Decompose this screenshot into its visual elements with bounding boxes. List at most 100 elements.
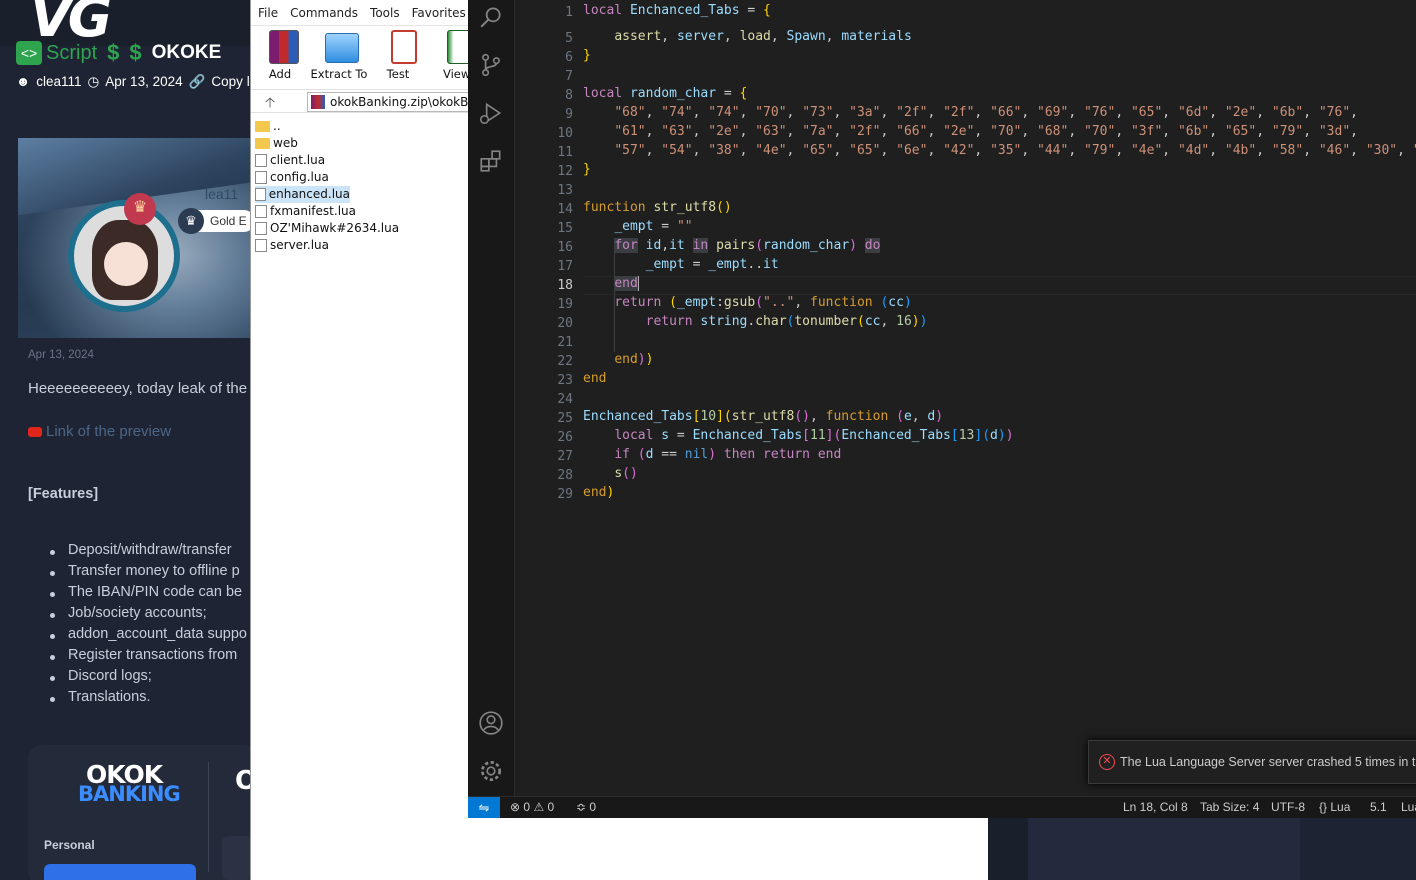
code-line: "57", "54", "38", "4e", "65", "65", "6e"… (614, 143, 1416, 158)
file-icon (255, 154, 267, 167)
line-number: 29 (557, 487, 573, 502)
background-panel (988, 818, 1028, 880)
notification-message: The Lua Language Server server crashed 5… (1120, 755, 1416, 769)
line-number: 20 (557, 316, 573, 331)
error-notification[interactable]: ✕ The Lua Language Server server crashed… (1088, 740, 1416, 784)
test-label: Test (386, 67, 410, 81)
add-button[interactable]: Add (251, 28, 309, 84)
list-item[interactable]: config.lua (255, 169, 399, 186)
current-line-number: 18 (557, 278, 573, 293)
clock-icon: ◷ (87, 74, 100, 89)
settings-gear-icon[interactable] (478, 758, 504, 784)
up-arrow-icon[interactable]: 🡡 (265, 92, 275, 116)
copy-link[interactable]: Copy li (211, 74, 252, 90)
preview-link[interactable]: Link of the preview (28, 423, 171, 440)
lua-extension-status[interactable]: Lua (1401, 797, 1416, 818)
list-item[interactable]: client.lua (255, 152, 399, 169)
broadcast-icon: ≎ (576, 800, 587, 814)
file-name: client.lua (270, 153, 326, 167)
list-item: The IBAN/PIN code can be (48, 584, 247, 605)
remote-indicator-icon[interactable]: ⇋ (468, 797, 500, 818)
file-icon (255, 188, 266, 201)
gold-rank-badge: ♛ Gold E (178, 208, 255, 234)
file-name: web (273, 136, 298, 150)
dollar-icon: $ (107, 40, 120, 65)
archive-path-text: okokBanking.zip\okokBan (330, 95, 484, 109)
folder-icon (255, 138, 270, 149)
extensions-icon[interactable] (478, 148, 504, 174)
extract-to-button[interactable]: Extract To (309, 28, 369, 84)
source-control-icon[interactable] (478, 52, 504, 78)
accounts-icon[interactable] (478, 710, 504, 736)
line-number: 1 (565, 5, 573, 20)
list-item[interactable]: fxmanifest.lua (255, 203, 399, 220)
menu-commands[interactable]: Commands (286, 6, 366, 20)
test-button[interactable]: Test (369, 28, 427, 84)
file-name: .. (273, 119, 281, 133)
test-clipboard-icon (391, 30, 417, 64)
line-number: 15 (557, 221, 573, 236)
code-line: local s = Enchanced_Tabs[11](Enchanced_T… (614, 428, 1014, 443)
lua-version[interactable]: 5.1 (1370, 797, 1387, 818)
list-item[interactable]: .. (255, 118, 399, 135)
code-line: } (583, 162, 591, 177)
search-icon[interactable] (478, 4, 504, 30)
problems-indicator[interactable]: ⊗ 0 ⚠ 0 (510, 797, 554, 818)
code-line: end (614, 276, 639, 291)
line-number: 13 (557, 183, 573, 198)
line-number: 28 (557, 468, 573, 483)
line-number: 17 (557, 259, 573, 274)
list-item: Discord logs; (48, 668, 247, 689)
user-card (18, 138, 250, 338)
script-icon: <> (16, 41, 42, 65)
code-editor[interactable]: local Enchanced_Tabs = { assert, server,… (583, 0, 1416, 796)
thread-author[interactable]: clea111 (36, 74, 81, 90)
error-count-icon: ⊗ (510, 800, 521, 814)
thread-date: Apr 13, 2024 (105, 74, 183, 89)
menu-file[interactable]: File (254, 6, 286, 20)
braces-icon: {} (1319, 800, 1328, 814)
encoding[interactable]: UTF-8 (1271, 797, 1305, 818)
prefix-label: Script (46, 41, 98, 64)
tab-size[interactable]: Tab Size: 4 (1200, 797, 1259, 818)
dollar-icon: $ (129, 40, 142, 65)
cursor-position[interactable]: Ln 18, Col 8 (1123, 797, 1188, 818)
banner-personal-button (44, 864, 196, 880)
avatar[interactable] (68, 200, 180, 312)
current-line-highlight (583, 276, 1416, 295)
file-icon (255, 171, 267, 184)
line-number: 12 (557, 164, 573, 179)
line-number-gutter: 1 5 6 7 8 9 10 11 12 13 14 15 16 17 18 1… (515, 0, 575, 796)
error-icon: ✕ (1099, 754, 1115, 770)
user-icon: ☻ (16, 74, 31, 89)
desktop: VG <> Script $ $ OKOKE ☻ clea111 ◷ Apr 13… (0, 0, 1416, 880)
run-debug-icon[interactable] (478, 100, 504, 126)
link-icon: 🔗 (188, 74, 206, 89)
file-icon (255, 239, 267, 252)
menu-favorites[interactable]: Favorites (408, 6, 474, 20)
list-item: Transfer money to offline p (48, 563, 247, 584)
code-line: return (_empt:gsub("..", function (cc) (614, 295, 912, 310)
list-item[interactable]: server.lua (255, 237, 399, 254)
script-prefix[interactable]: <> Script (16, 41, 97, 65)
code-line: assert, server, load, Spawn, materials (614, 29, 912, 44)
line-number: 27 (557, 449, 573, 464)
line-number: 6 (565, 50, 573, 65)
warning-count-icon: ⚠ (533, 800, 545, 814)
menu-tools[interactable]: Tools (366, 6, 408, 20)
zip-icon (311, 95, 325, 109)
line-number: 16 (557, 240, 573, 255)
thread-title: OKOKE (151, 42, 222, 63)
list-item: Translations. (48, 689, 247, 710)
list-item-selected[interactable]: enhanced.lua (255, 186, 350, 203)
add-archive-icon (269, 30, 299, 64)
ports-indicator[interactable]: ≎ 0 (576, 797, 596, 818)
warning-count: 0 (547, 800, 555, 814)
language-mode[interactable]: {} Lua (1319, 797, 1350, 818)
list-item[interactable]: OZ'Mihawk#2634.lua (255, 220, 399, 237)
code-line: _empt = "" (614, 219, 693, 234)
file-name: OZ'Mihawk#2634.lua (270, 221, 400, 235)
code-line: end) (583, 485, 615, 500)
list-item[interactable]: web (255, 135, 399, 152)
extract-to-label: Extract To (310, 67, 368, 81)
